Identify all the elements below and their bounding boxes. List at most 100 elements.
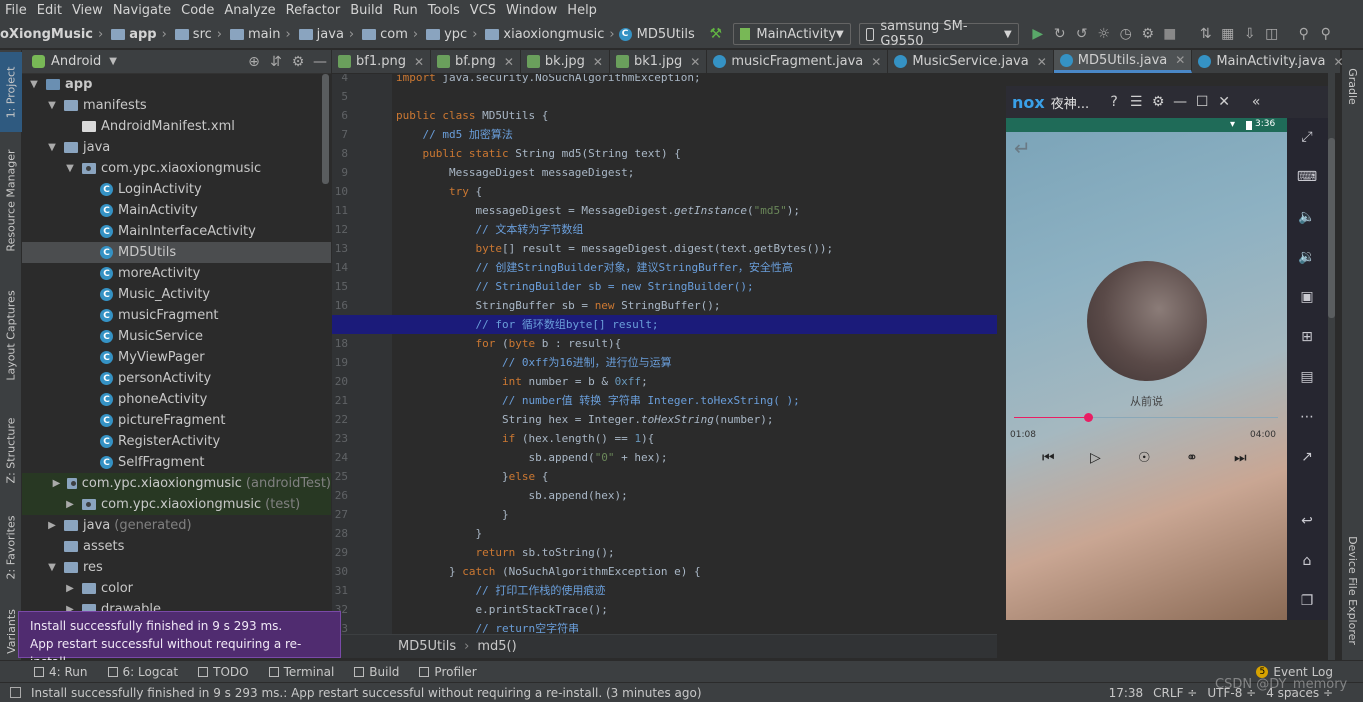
breadcrumb-item[interactable]: ypc › — [422, 27, 477, 42]
keyboard-icon[interactable]: ⌨ — [1296, 166, 1318, 188]
install-apk-icon[interactable]: ⊞ — [1296, 326, 1318, 348]
code-line[interactable]: }else { — [396, 467, 996, 486]
apply-code-changes-icon[interactable]: ↺ — [1071, 23, 1093, 45]
code-line[interactable]: } catch (NoSuchAlgorithmException e) { — [396, 562, 996, 581]
editor-tab[interactable]: bf.png ✕ — [431, 50, 521, 73]
volume-up-icon[interactable]: 🔈 — [1296, 206, 1318, 228]
sdk-manager-icon[interactable]: ⇩ — [1239, 23, 1261, 45]
tree-item[interactable]: ▼ java — [22, 137, 331, 158]
code-line[interactable]: // 文本转为字节数组 — [396, 220, 996, 239]
tree-item[interactable]: CmoreActivity — [22, 263, 331, 284]
menu-run[interactable]: Run — [388, 3, 423, 18]
code-line[interactable]: // return空字符串 — [396, 619, 996, 634]
code-line[interactable]: try { — [396, 182, 996, 201]
chevron-right-icon[interactable]: ▶ — [64, 583, 76, 594]
code-line[interactable]: messageDigest = MessageDigest.getInstanc… — [396, 201, 996, 220]
code-line[interactable]: sb.append("0" + hex); — [396, 448, 996, 467]
recents-icon[interactable]: ❐ — [1296, 590, 1318, 612]
menu-window[interactable]: Window — [501, 3, 562, 18]
attach-debugger-icon[interactable]: ⚙ — [1137, 23, 1159, 45]
menu-build[interactable]: Build — [345, 3, 388, 18]
close-tab-icon[interactable]: ✕ — [1175, 53, 1185, 67]
menu-file[interactable]: File — [0, 3, 32, 18]
sync-gradle-icon[interactable]: ⇅ — [1195, 23, 1217, 45]
loop-icon[interactable]: ⚭ — [1186, 450, 1198, 466]
breadcrumb-item[interactable]: C MD5Utils — [618, 27, 695, 42]
code-line[interactable]: int number = b & 0xff; — [396, 372, 996, 391]
hammer-icon[interactable]: ⚒ — [705, 23, 727, 45]
code-line[interactable]: byte[] result = messageDigest.digest(tex… — [396, 239, 996, 258]
locate-icon[interactable]: ⊕ — [243, 51, 265, 73]
stop-icon[interactable]: ■ — [1159, 23, 1181, 45]
tree-item[interactable]: ▶ com.ypc.xiaoxiongmusic (androidTest) — [22, 473, 331, 494]
layout-inspector-icon[interactable]: ◫ — [1261, 23, 1283, 45]
code-line[interactable]: // 创建StringBuilder对象，建议StringBuffer，安全性高 — [396, 258, 996, 277]
previous-icon[interactable]: ⏮ — [1042, 450, 1055, 466]
tool-profiler[interactable]: Profiler — [419, 665, 477, 679]
gear-icon[interactable]: ⚙ — [287, 51, 309, 73]
tab-favorites[interactable]: 2: Favorites — [0, 505, 22, 590]
menu-tools[interactable]: Tools — [423, 3, 465, 18]
close-tab-icon[interactable]: ✕ — [690, 55, 700, 69]
menu-help[interactable]: Help — [562, 3, 602, 18]
tree-scrollbar[interactable] — [322, 74, 329, 184]
code-line[interactable]: // StringBuilder sb = new StringBuilder(… — [396, 277, 996, 296]
close-tab-icon[interactable]: ✕ — [1037, 55, 1047, 69]
close-tab-icon[interactable]: ✕ — [871, 55, 881, 69]
code-line[interactable]: import java.security.NoSuchAlgorithmExce… — [396, 74, 996, 87]
code-line[interactable]: String hex = Integer.toHexString(number)… — [396, 410, 996, 429]
breadcrumb-item[interactable]: xiaoxiongmusic › — [481, 27, 615, 42]
tree-item[interactable]: assets — [22, 536, 331, 557]
device-select[interactable]: samsung SM-G9550 ▼ — [858, 19, 1019, 49]
tab-resource-manager[interactable]: Resource Manager — [0, 140, 22, 260]
code-line[interactable]: // number值 转换 字符串 Integer.toHexString( )… — [396, 391, 996, 410]
menu-refactor[interactable]: Refactor — [281, 3, 346, 18]
code-line[interactable]: sb.append(hex); — [396, 486, 996, 505]
android-back-icon[interactable]: ↩ — [1296, 510, 1318, 532]
code-line[interactable]: if (hex.length() == 1){ — [396, 429, 996, 448]
tab-layout-captures[interactable]: Layout Captures — [0, 280, 22, 390]
editor-tab[interactable]: musicFragment.java ✕ — [707, 50, 889, 73]
tool-4-run[interactable]: 4: Run — [34, 665, 88, 679]
tree-item[interactable]: ▼ res — [22, 557, 331, 578]
menu-icon[interactable]: ☰ — [1125, 91, 1147, 113]
close-tab-icon[interactable]: ✕ — [504, 55, 514, 69]
home-icon[interactable]: ⌂ — [1296, 550, 1318, 572]
screen-icon[interactable]: ▣ — [1296, 286, 1318, 308]
menu-edit[interactable]: Edit — [32, 3, 67, 18]
tree-item[interactable]: C MainActivity — [22, 200, 331, 221]
chevron-down-icon[interactable]: ▼ — [46, 142, 58, 153]
tree-item[interactable]: ▶ com.ypc.xiaoxiongmusic (test) — [22, 494, 331, 515]
breadcrumb-method[interactable]: md5() — [477, 639, 516, 654]
minimize-icon[interactable]: — — [1169, 91, 1191, 113]
tab-structure[interactable]: Z: Structure — [0, 410, 22, 490]
tree-item[interactable]: AndroidManifest.xml — [22, 116, 331, 137]
profile-icon[interactable]: ◷ — [1115, 23, 1137, 45]
chevron-right-icon[interactable]: ▶ — [46, 520, 58, 531]
settings-icon[interactable]: ⚙ — [1147, 91, 1169, 113]
close-icon[interactable]: ✕ — [1213, 91, 1235, 113]
chevron-down-icon[interactable]: ▼ — [64, 163, 76, 174]
breadcrumb-item[interactable]: src › — [171, 27, 222, 42]
code-line[interactable]: public class MD5Utils { — [396, 106, 996, 125]
code-line[interactable]: } — [396, 505, 996, 524]
code-line[interactable]: // 0xff为16进制，进行位与运算 — [396, 353, 996, 372]
next-icon[interactable]: ⏭ — [1234, 450, 1247, 466]
tool-todo[interactable]: TODO — [198, 665, 249, 679]
progress-track[interactable] — [1014, 413, 1278, 422]
editor-tab[interactable]: bf1.png ✕ — [332, 50, 432, 73]
tree-item[interactable]: ▼ com.ypc.xiaoxiongmusic — [22, 158, 331, 179]
breadcrumb-item[interactable]: app › — [107, 27, 167, 42]
editor-tab[interactable]: MusicService.java ✕ — [888, 50, 1054, 73]
back-icon[interactable]: ↵ — [1014, 136, 1031, 160]
tree-item[interactable]: CpictureFragment — [22, 410, 331, 431]
code-line[interactable]: return sb.toString(); — [396, 543, 996, 562]
code-line[interactable] — [396, 87, 996, 106]
progress-thumb[interactable] — [1083, 413, 1093, 422]
project-view-select[interactable]: Android — [51, 54, 101, 69]
tree-item[interactable]: C MD5Utils — [22, 242, 331, 263]
close-tab-icon[interactable]: ✕ — [593, 55, 603, 69]
collapse-sidebar-icon[interactable]: « — [1245, 91, 1267, 113]
fullscreen-icon[interactable]: ⤢ — [1296, 126, 1318, 148]
tab-project[interactable]: 1: Project — [0, 52, 22, 132]
